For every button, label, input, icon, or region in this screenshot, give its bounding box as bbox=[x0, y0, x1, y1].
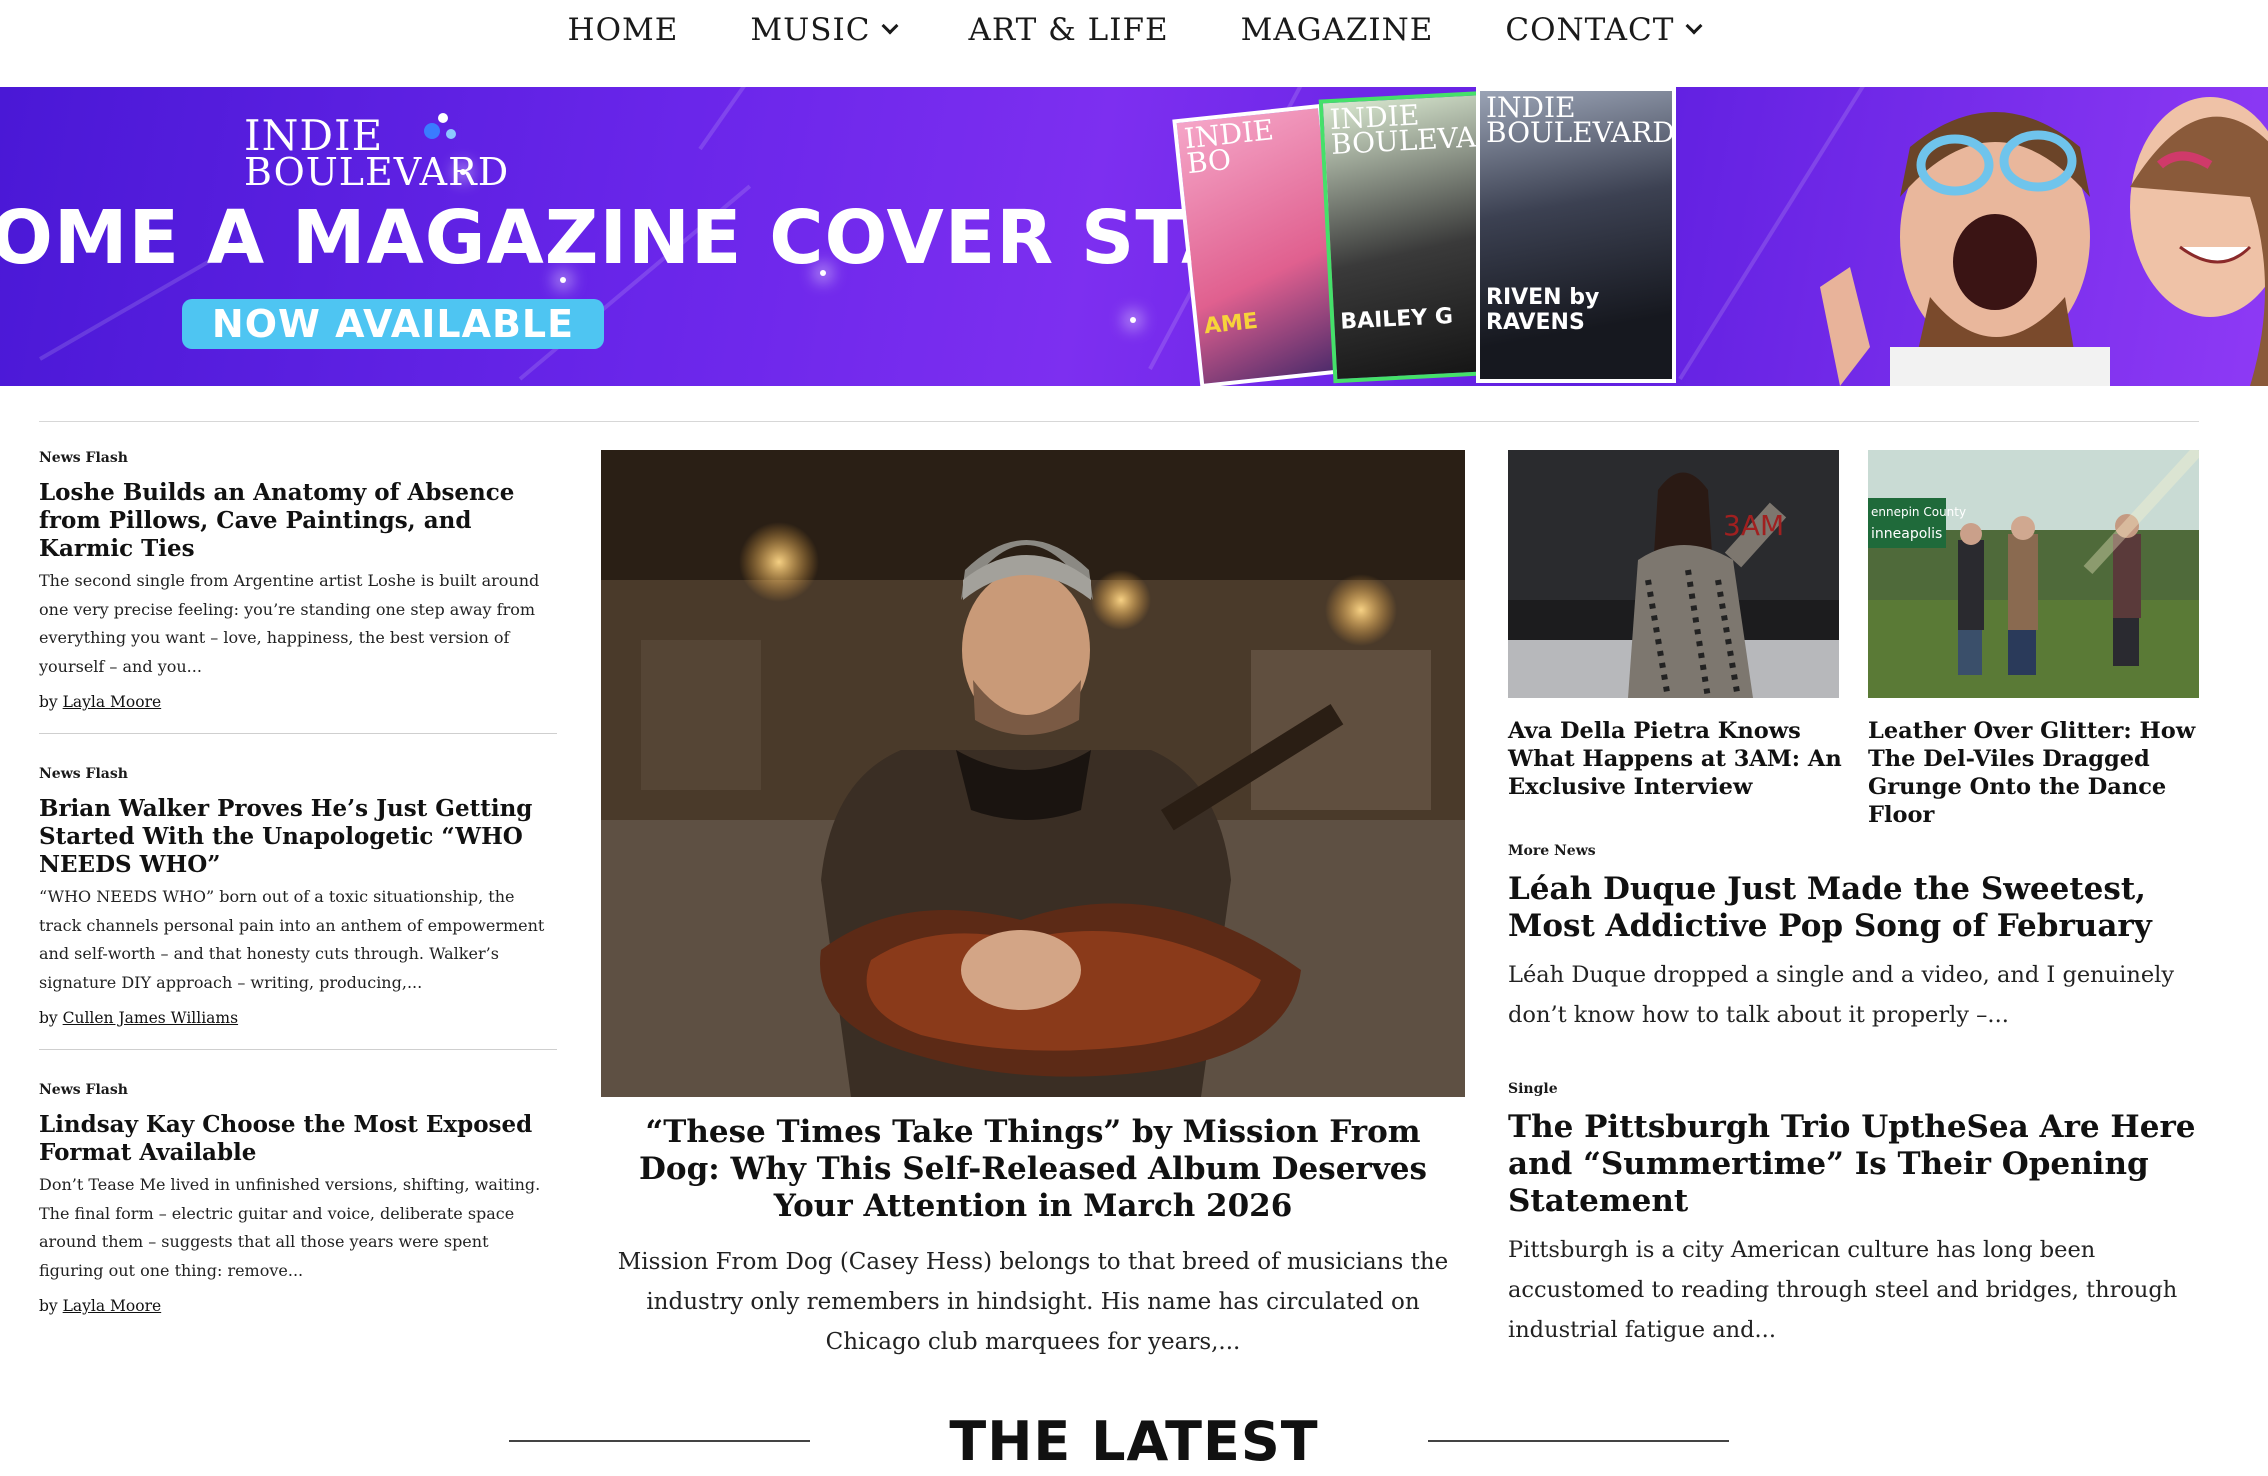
nav-item-home[interactable]: HOME bbox=[532, 12, 715, 48]
magazine-banner[interactable]: INDIE BOULEVARD OME A MAGAZINE COVER STA… bbox=[0, 87, 2268, 386]
now-available-button[interactable]: NOW AVAILABLE bbox=[182, 299, 604, 349]
magazine-cover-3: INDIE BOULEVARD RIVEN by RAVENS bbox=[1476, 87, 1676, 383]
cover-title: INDIE BOULEVARD bbox=[1486, 91, 1675, 150]
chevron-down-icon bbox=[1685, 17, 1703, 34]
article-excerpt: The second single from Argentine artist … bbox=[39, 571, 540, 676]
byline-prefix: by bbox=[39, 1297, 58, 1315]
article-kicker[interactable]: News Flash bbox=[39, 766, 557, 782]
magazine-covers: INDIE BO AME INDIE BOULEVA BAILEY G INDI… bbox=[1172, 87, 1686, 386]
cover-title: INDIE BO bbox=[1182, 113, 1276, 181]
heading-rule-left bbox=[509, 1440, 810, 1442]
news-divider bbox=[39, 1049, 557, 1050]
section-heading: THE LATEST bbox=[949, 1410, 1319, 1473]
chevron-down-icon bbox=[881, 17, 899, 34]
excited-fans-photo bbox=[1820, 97, 2268, 386]
byline-prefix: by bbox=[39, 693, 58, 711]
nav-item-art-life[interactable]: ART & LIFE bbox=[932, 12, 1204, 48]
nav-item-label: MAGAZINE bbox=[1240, 11, 1434, 48]
section-divider bbox=[39, 421, 2199, 422]
mirror-writing: 3AM bbox=[1723, 509, 1784, 542]
thumb-article-title[interactable]: Leather Over Glitter: How The Del-Viles … bbox=[1868, 717, 2203, 829]
featured-article-title[interactable]: “These Times Take Things” by Mission Fro… bbox=[601, 1114, 1465, 1225]
article-excerpt: Don’t Tease Me lived in unfinished versi… bbox=[39, 1175, 541, 1280]
logo-line: BOULEVARD bbox=[244, 149, 510, 194]
article-excerpt: “WHO NEEDS WHO” born out of a toxic situ… bbox=[39, 887, 545, 992]
nav-item-label: ART & LIFE bbox=[968, 11, 1169, 48]
nav-item-label: HOME bbox=[567, 11, 679, 48]
nav-list: HOME MUSIC ART & LIFE MAGAZINE CONTACT bbox=[532, 12, 1737, 48]
news-item: News Flash Brian Walker Proves He’s Just… bbox=[39, 766, 557, 1027]
nav-item-contact[interactable]: CONTACT bbox=[1469, 12, 1736, 48]
author-link[interactable]: Layla Moore bbox=[63, 1297, 162, 1315]
nav-item-music[interactable]: MUSIC bbox=[714, 12, 932, 48]
article-byline: by Layla Moore bbox=[39, 693, 557, 711]
band-photo: ennepin County inneapolis bbox=[1868, 450, 2199, 698]
cover-name: RIVEN by RAVENS bbox=[1486, 285, 1600, 335]
featured-article-image[interactable] bbox=[601, 450, 1465, 1097]
news-item: News Flash Loshe Builds an Anatomy of Ab… bbox=[39, 450, 557, 711]
byline-prefix: by bbox=[39, 1009, 58, 1027]
cover-name: BAILEY G bbox=[1339, 303, 1454, 335]
nav-item-label: MUSIC bbox=[750, 11, 871, 48]
article-excerpt: Pittsburgh is a city American culture ha… bbox=[1508, 1237, 2178, 1343]
news-item: News Flash Lindsay Kay Choose the Most E… bbox=[39, 1082, 557, 1315]
news-item: Single The Pittsburgh Trio UptheSea Are … bbox=[1508, 1081, 2208, 1350]
heading-rule-right bbox=[1428, 1440, 1729, 1442]
news-divider bbox=[39, 733, 557, 734]
article-byline: by Layla Moore bbox=[39, 1297, 557, 1315]
featured-article-excerpt: Mission From Dog (Casey Hess) belongs to… bbox=[617, 1249, 1449, 1355]
cover-title: INDIE BOULEVA bbox=[1328, 98, 1477, 162]
nav-item-magazine[interactable]: MAGAZINE bbox=[1205, 12, 1470, 48]
sparkle bbox=[1130, 317, 1136, 323]
interview-photo: 3AM bbox=[1508, 450, 1839, 698]
road-sign-text: inneapolis bbox=[1871, 526, 1942, 542]
article-title-link[interactable]: Loshe Builds an Anatomy of Absence from … bbox=[39, 479, 557, 563]
article-title-link[interactable]: Brian Walker Proves He’s Just Getting St… bbox=[39, 795, 557, 879]
author-link[interactable]: Cullen James Williams bbox=[63, 1009, 238, 1027]
left-news-column: News Flash Loshe Builds an Anatomy of Ab… bbox=[39, 450, 557, 1315]
article-title-link[interactable]: Léah Duque Just Made the Sweetest, Most … bbox=[1508, 871, 2208, 945]
banner-headline: OME A MAGAZINE COVER STAR bbox=[0, 195, 1298, 281]
article-excerpt: Léah Duque dropped a single and a video,… bbox=[1508, 962, 2175, 1028]
article-kicker[interactable]: News Flash bbox=[39, 450, 557, 466]
article-title-link[interactable]: Lindsay Kay Choose the Most Exposed Form… bbox=[39, 1111, 557, 1167]
article-title-link[interactable]: The Pittsburgh Trio UptheSea Are Here an… bbox=[1508, 1109, 2208, 1220]
article-byline: by Cullen James Williams bbox=[39, 1009, 557, 1027]
main-nav: HOME MUSIC ART & LIFE MAGAZINE CONTACT bbox=[0, 0, 2268, 87]
ava-della-pietra-image[interactable]: 3AM bbox=[1508, 450, 1839, 698]
indie-boulevard-logo: INDIE BOULEVARD bbox=[244, 113, 510, 194]
article-kicker[interactable]: News Flash bbox=[39, 1082, 557, 1098]
del-viles-image[interactable]: ennepin County inneapolis bbox=[1868, 450, 2199, 698]
author-link[interactable]: Layla Moore bbox=[63, 693, 162, 711]
article-kicker[interactable]: More News bbox=[1508, 843, 2208, 859]
musician-photo bbox=[601, 450, 1465, 1097]
news-item: More News Léah Duque Just Made the Sweet… bbox=[1508, 843, 2208, 1035]
thumb-article-title[interactable]: Ava Della Pietra Knows What Happens at 3… bbox=[1508, 717, 1843, 801]
article-kicker[interactable]: Single bbox=[1508, 1081, 2208, 1097]
cover-name: AME bbox=[1202, 308, 1260, 340]
nav-item-label: CONTACT bbox=[1505, 11, 1675, 48]
road-sign-text: ennepin County bbox=[1871, 505, 1966, 519]
banner-streak bbox=[698, 87, 932, 151]
